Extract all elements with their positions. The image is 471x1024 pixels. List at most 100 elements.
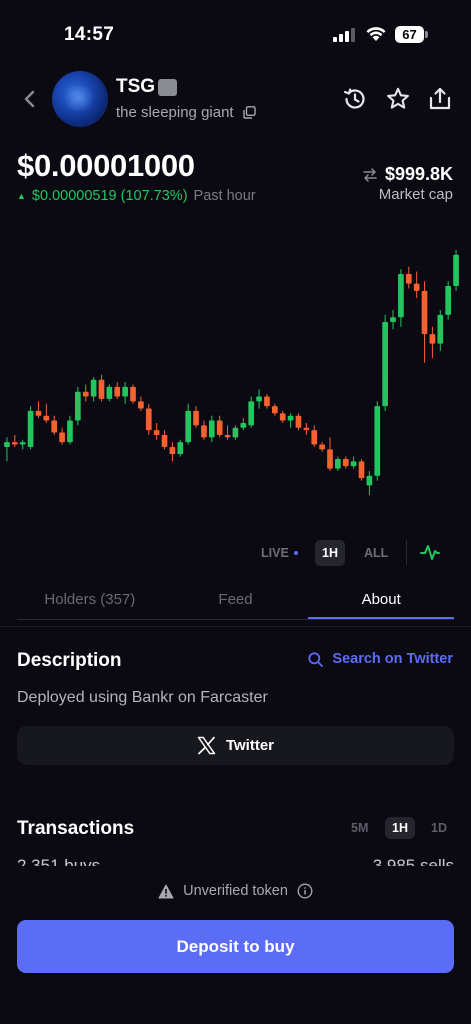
star-icon[interactable] xyxy=(385,86,411,112)
candle xyxy=(319,442,325,452)
pulse-line-icon[interactable] xyxy=(420,542,440,562)
candle-body-down xyxy=(295,415,302,428)
candle xyxy=(4,437,10,462)
candle-body-up xyxy=(287,415,294,421)
wifi-icon xyxy=(366,27,386,41)
market-cap[interactable]: $999.8K xyxy=(363,164,453,185)
candle-body-down xyxy=(193,410,199,426)
token-symbol: TSG xyxy=(116,76,156,97)
candle xyxy=(153,422,160,440)
candle xyxy=(59,427,65,445)
candle xyxy=(169,442,176,462)
candle-body-up xyxy=(240,422,247,428)
tx-range-1d[interactable]: 1D xyxy=(431,817,447,839)
candle xyxy=(342,456,349,469)
candle xyxy=(90,377,97,402)
info-icon[interactable] xyxy=(297,883,313,899)
candle-body-down xyxy=(311,430,318,445)
price-chart[interactable] xyxy=(0,210,471,530)
candle xyxy=(106,384,113,402)
candle-body-down xyxy=(319,444,325,450)
range-1h-button[interactable]: 1H xyxy=(315,540,345,566)
deposit-to-buy-button[interactable]: Deposit to buy xyxy=(17,920,454,973)
candle-body-down xyxy=(327,449,333,469)
range-live-button[interactable]: LIVE xyxy=(261,540,298,566)
swap-arrows-icon xyxy=(363,167,377,182)
range-all-button[interactable]: ALL xyxy=(364,540,388,566)
range-divider xyxy=(406,540,407,565)
market-cap-value: $999.8K xyxy=(384,164,453,184)
candle-body-up xyxy=(256,396,262,402)
token-price: $0.00001000 xyxy=(17,148,195,183)
candle xyxy=(256,389,262,409)
candle xyxy=(366,470,373,495)
candle-body-down xyxy=(342,458,349,467)
candle xyxy=(35,401,42,419)
tab-holders[interactable]: Holders (357) xyxy=(17,586,163,619)
live-dot-icon xyxy=(293,551,298,555)
candle-body-down xyxy=(98,379,105,399)
copy-icon[interactable] xyxy=(243,106,256,119)
candle-body-down xyxy=(138,401,144,409)
candle-body-down xyxy=(224,434,231,438)
price-change: $0.00000519 (107.73%) xyxy=(31,188,188,204)
candle-body-up xyxy=(75,391,81,421)
candle-body-down xyxy=(169,446,176,455)
candle xyxy=(405,266,412,289)
candle xyxy=(264,394,270,409)
candle xyxy=(193,406,199,428)
candle xyxy=(138,396,144,411)
candle-body-down xyxy=(429,334,436,344)
share-icon[interactable] xyxy=(427,86,453,112)
battery-level: 67 xyxy=(395,26,424,43)
candle xyxy=(390,310,396,330)
candle xyxy=(161,430,168,450)
search-on-twitter-link[interactable]: Search on Twitter xyxy=(308,651,453,667)
candle-body-up xyxy=(122,386,128,397)
candle xyxy=(327,437,333,471)
candle-body-down xyxy=(279,413,286,421)
candle xyxy=(201,420,207,440)
tx-range-1h[interactable]: 1H xyxy=(385,817,415,839)
candle xyxy=(11,434,18,447)
candle xyxy=(27,406,34,450)
candle-body-down xyxy=(358,461,365,479)
twitter-button[interactable]: Twitter xyxy=(17,726,454,765)
candle-body-up xyxy=(90,379,97,397)
candle-body-up xyxy=(382,322,388,407)
candle-body-down xyxy=(421,290,428,335)
candle xyxy=(114,382,121,399)
candle xyxy=(453,250,459,291)
tab-feed[interactable]: Feed xyxy=(163,586,309,619)
candle-body-up xyxy=(19,442,26,445)
candle-body-up xyxy=(177,442,184,455)
candle xyxy=(51,415,58,435)
search-icon xyxy=(308,651,324,667)
candle xyxy=(303,422,310,435)
back-chevron-icon[interactable] xyxy=(20,88,40,110)
history-icon[interactable] xyxy=(342,86,368,112)
candle-body-down xyxy=(153,430,160,435)
candle-body-up xyxy=(374,406,381,476)
candle-body-down xyxy=(271,406,278,414)
candle-body-down xyxy=(35,410,42,416)
section-divider xyxy=(0,626,471,627)
market-cap-label: Market cap xyxy=(378,186,453,203)
candle-body-down xyxy=(82,391,89,397)
tab-about[interactable]: About xyxy=(308,586,455,619)
candle xyxy=(75,386,81,426)
tx-range-5m[interactable]: 5M xyxy=(351,817,368,839)
token-avatar xyxy=(52,71,108,127)
candle xyxy=(224,425,231,440)
candle-body-down xyxy=(303,427,310,431)
candle-body-up xyxy=(398,274,404,318)
description-title: Description xyxy=(17,650,122,671)
candle xyxy=(122,382,128,404)
candle xyxy=(43,403,50,423)
candle-body-down xyxy=(405,274,412,284)
candle xyxy=(145,403,152,435)
candle xyxy=(82,384,89,402)
candle xyxy=(445,281,452,320)
transactions-title: Transactions xyxy=(17,818,135,839)
candle xyxy=(279,410,286,423)
